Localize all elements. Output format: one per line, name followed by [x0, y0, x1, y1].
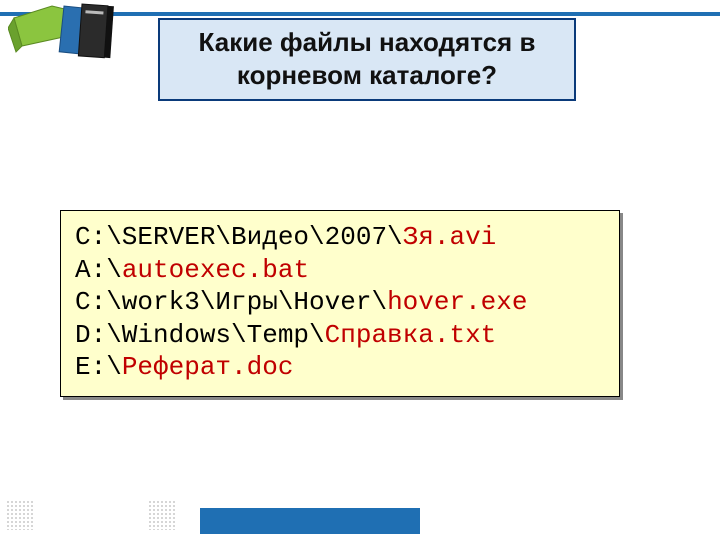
filename-segment: autoexec.bat [122, 255, 309, 285]
file-paths-panel: C:\SERVER\Видео\2007\Зя.aviA:\autoexec.b… [60, 210, 620, 397]
filename-segment: hover.exe [387, 287, 527, 317]
decor-dots-left [6, 500, 34, 530]
path-segment: C:\work3\Игры\Hover\ [75, 287, 387, 317]
path-segment: C:\SERVER\Видео\2007\ [75, 222, 403, 252]
path-row: C:\work3\Игры\Hover\hover.exe [75, 286, 605, 319]
path-segment: A:\ [75, 255, 122, 285]
path-row: A:\autoexec.bat [75, 254, 605, 287]
title-line-1: Какие файлы находятся в [168, 26, 566, 59]
question-title-box: Какие файлы находятся в корневом каталог… [158, 18, 576, 101]
path-segment: D:\Windows\Temp\ [75, 320, 325, 350]
title-line-2: корневом каталоге? [168, 59, 566, 92]
filename-segment: Зя.avi [403, 222, 497, 252]
path-row: E:\Реферат.doc [75, 351, 605, 384]
path-row: C:\SERVER\Видео\2007\Зя.avi [75, 221, 605, 254]
path-row: D:\Windows\Temp\Справка.txt [75, 319, 605, 352]
path-segment: E:\ [75, 352, 122, 382]
decor-bottom-bar [200, 508, 420, 534]
filename-segment: Реферат.doc [122, 352, 294, 382]
books-folder-icon [8, 0, 128, 70]
decor-dots-center [148, 500, 176, 530]
filename-segment: Справка.txt [325, 320, 497, 350]
